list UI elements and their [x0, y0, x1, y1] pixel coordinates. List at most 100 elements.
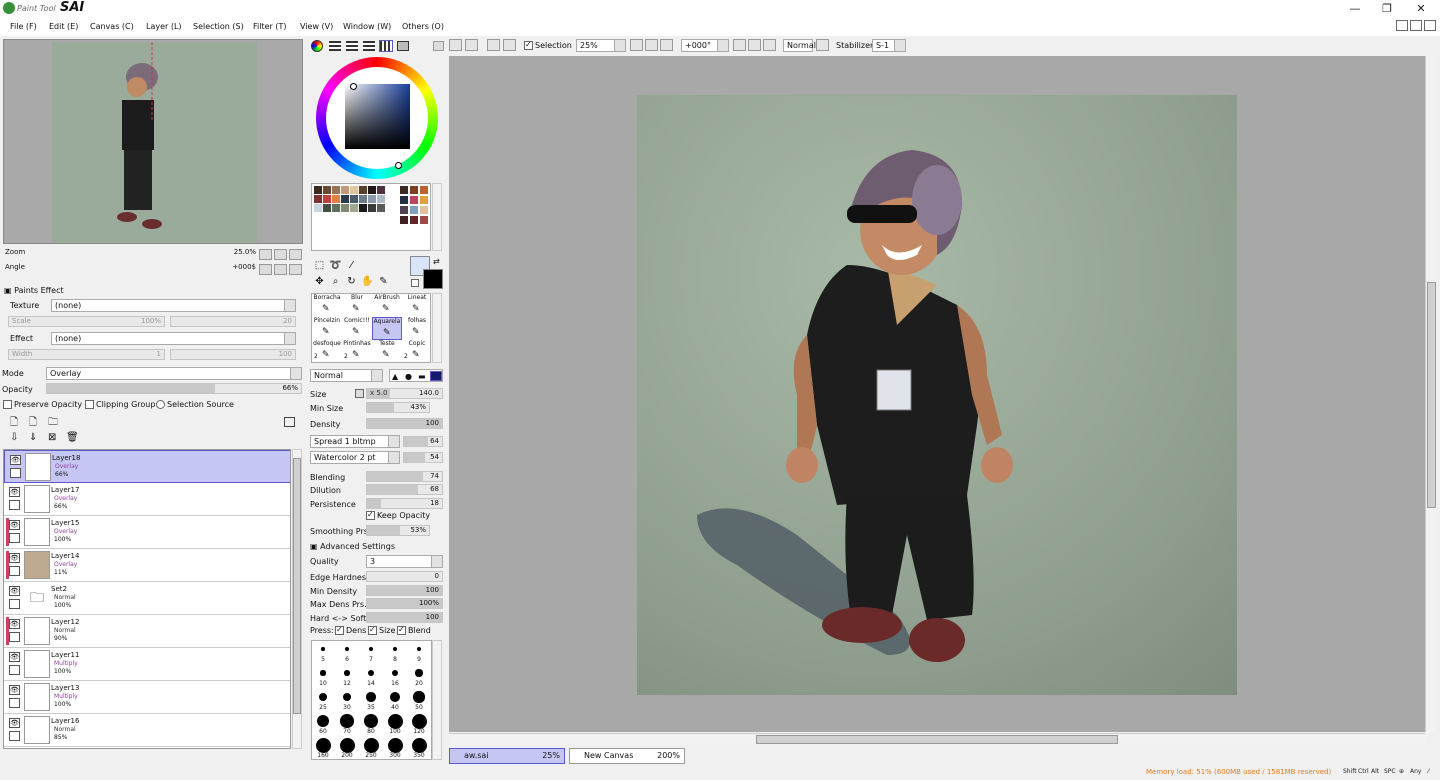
- color-swatch[interactable]: [350, 204, 358, 212]
- eye-icon[interactable]: 👁: [9, 487, 20, 497]
- color-swatch[interactable]: [332, 186, 340, 194]
- brush-size-dot[interactable]: [320, 670, 326, 676]
- selection-checkbox[interactable]: ✓: [524, 40, 533, 50]
- layer-lock-toggle[interactable]: [9, 566, 20, 576]
- zoom-out-toolbar-button[interactable]: [630, 39, 643, 51]
- color-panel-menu-button[interactable]: [433, 41, 444, 51]
- brush-size-dot[interactable]: [319, 693, 327, 701]
- brush-size-presets[interactable]: 5 6 7 8 9 10 12 14 16 20 25 30 35 40 50 60 70 80 100 120 160…: [311, 640, 432, 760]
- brush-size-dot[interactable]: [387, 713, 403, 729]
- layer-row[interactable]: 👁 Layer14 Overlay 11%: [4, 549, 290, 582]
- layer-lock-toggle[interactable]: [9, 533, 20, 543]
- angle-select[interactable]: +000°: [681, 39, 729, 52]
- color-swatch[interactable]: [368, 186, 376, 194]
- layer-row[interactable]: 👁 Layer12 Normal 90%: [4, 615, 290, 648]
- brush-slot[interactable]: folhas ✎: [402, 317, 432, 340]
- menu-file[interactable]: File (F): [10, 22, 37, 31]
- brush-slot[interactable]: Borracha ✎: [312, 294, 342, 317]
- layer-lock-toggle[interactable]: [9, 698, 20, 708]
- layer-lock-toggle[interactable]: [9, 665, 20, 675]
- color-swatch[interactable]: [323, 204, 331, 212]
- layer-lock-toggle[interactable]: [9, 632, 20, 642]
- density-slider[interactable]: 100: [366, 418, 443, 429]
- rotate-reset-button[interactable]: [289, 264, 302, 275]
- menu-layer[interactable]: Layer (L): [146, 22, 182, 31]
- move-icon[interactable]: ✥: [313, 275, 326, 288]
- transparent-color-icon[interactable]: [411, 279, 419, 287]
- sv-picker-cursor[interactable]: [350, 83, 357, 90]
- restore-button[interactable]: ❐: [1377, 2, 1397, 16]
- brush-size-dot[interactable]: [415, 669, 423, 677]
- eye-icon[interactable]: 👁: [9, 619, 20, 629]
- size-slider[interactable]: x 5.0 140.0: [366, 388, 443, 399]
- brush-slot[interactable]: Comic!!! ✎: [342, 317, 372, 340]
- zoom-fit-toolbar-button[interactable]: [660, 39, 673, 51]
- smoothing-slider[interactable]: 53%: [366, 525, 430, 536]
- color-swatch[interactable]: [420, 216, 428, 224]
- spread-select[interactable]: Spread 1 bltmp: [310, 435, 400, 448]
- rotate-icon[interactable]: ↻: [345, 275, 358, 288]
- brush-slot[interactable]: desfoque ✎ 2: [312, 340, 342, 363]
- rotate-cw-button[interactable]: [748, 39, 761, 51]
- brush-size-scrollbar[interactable]: [432, 640, 442, 760]
- brush-size-dot[interactable]: [391, 669, 399, 677]
- brush-size-dot[interactable]: [339, 737, 355, 753]
- menu-edit[interactable]: Edit (E): [49, 22, 78, 31]
- brush-slot[interactable]: Copic ✎ 2: [402, 340, 432, 363]
- zoom-in-button[interactable]: [274, 249, 287, 260]
- layer-row[interactable]: 👁 Layer11 Multiply 100%: [4, 648, 290, 681]
- layer-scroll-thumb[interactable]: [293, 458, 301, 714]
- magic-wand-icon[interactable]: ⁄: [345, 259, 358, 272]
- color-swatch[interactable]: [359, 204, 367, 212]
- canvas-vscroll-thumb[interactable]: [1427, 282, 1436, 508]
- color-swatch[interactable]: [350, 195, 358, 203]
- color-swatch[interactable]: [400, 206, 408, 214]
- layer-row[interactable]: 👁 Layer17 Overlay 66%: [4, 483, 290, 516]
- rotate-reset-toolbar-button[interactable]: [763, 39, 776, 51]
- shape-square-icon[interactable]: [430, 371, 442, 381]
- merge-down-icon[interactable]: ⇓: [29, 432, 37, 443]
- color-swatch[interactable]: [323, 186, 331, 194]
- brush-slot[interactable]: Teste ✎: [372, 340, 402, 363]
- new-linework-layer-icon[interactable]: 🗋: [29, 415, 37, 432]
- doc-restore-button[interactable]: [1410, 20, 1422, 31]
- advanced-settings-header[interactable]: ▣ Advanced Settings: [310, 542, 395, 551]
- color-swatch[interactable]: [332, 195, 340, 203]
- invert-selection-button[interactable]: [503, 39, 516, 51]
- brush-slot[interactable]: Aquarela ✎: [372, 317, 402, 340]
- eye-icon[interactable]: 👁: [9, 553, 20, 563]
- minimize-button[interactable]: —: [1345, 2, 1365, 16]
- color-swatch[interactable]: [377, 186, 385, 194]
- mixer-tab-icon[interactable]: [363, 41, 375, 51]
- hue-picker-cursor[interactable]: [395, 162, 402, 169]
- rotate-left-button[interactable]: [259, 264, 272, 275]
- persistence-slider[interactable]: 18: [366, 498, 443, 509]
- color-swatch[interactable]: [341, 186, 349, 194]
- texture-select[interactable]: (none): [51, 299, 296, 312]
- color-swatch[interactable]: [410, 196, 418, 204]
- selection-source-radio[interactable]: [156, 400, 165, 409]
- brush-slot[interactable]: Blur ✎: [342, 294, 372, 317]
- min-size-slider[interactable]: 43%: [366, 402, 430, 413]
- shape-flat-icon[interactable]: ▲: [392, 372, 398, 381]
- view-blend-select[interactable]: Normal: [783, 39, 816, 52]
- color-swatch[interactable]: [314, 195, 322, 203]
- eye-icon[interactable]: 👁: [9, 652, 20, 662]
- menu-canvas[interactable]: Canvas (C): [90, 22, 134, 31]
- brush-size-dot[interactable]: [363, 713, 379, 729]
- color-swatch[interactable]: [341, 195, 349, 203]
- layer-mask-icon[interactable]: [284, 417, 295, 427]
- color-swatch[interactable]: [359, 195, 367, 203]
- eye-icon[interactable]: 👁: [10, 455, 21, 465]
- shape-soft-icon[interactable]: ▬: [418, 372, 426, 381]
- layer-list-scrollbar[interactable]: [292, 449, 302, 749]
- menu-window[interactable]: Window (W): [343, 22, 391, 31]
- transfer-down-icon[interactable]: ⇩: [10, 432, 18, 443]
- zoom-slider[interactable]: Zoom 25.0%: [3, 247, 258, 259]
- brush-size-dot[interactable]: [411, 737, 427, 753]
- brush-slot[interactable]: Pincelzin ✎: [312, 317, 342, 340]
- brush-size-dot[interactable]: [345, 647, 349, 651]
- layer-lock-toggle[interactable]: [9, 731, 20, 741]
- secondary-color-swatch[interactable]: [423, 269, 443, 289]
- opacity-slider[interactable]: 66%: [46, 383, 302, 394]
